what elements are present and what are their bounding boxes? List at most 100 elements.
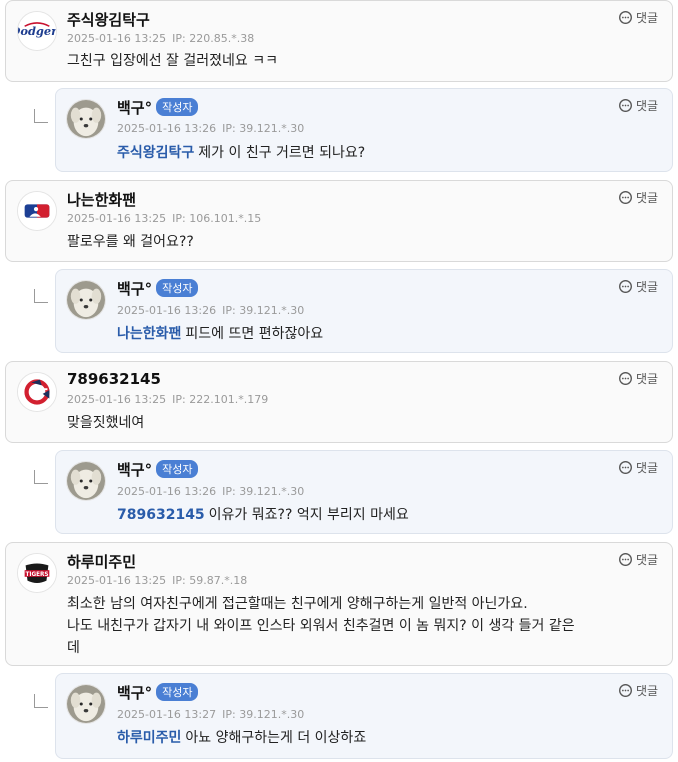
comment-text-line: 최소한 남의 여자친구에게 접근할때는 친구에게 양해구하는게 일반적 아닌가요… xyxy=(67,596,528,612)
reply-meta: 2025-01-16 13:26 IP: 39.121.*.30 xyxy=(117,304,304,317)
mlb-logo-icon[interactable] xyxy=(17,191,57,231)
reply-button[interactable]: 댓글 xyxy=(618,551,658,568)
reply-author-name: 백구° xyxy=(117,280,153,298)
reply-time: 2025-01-16 13:26 xyxy=(117,485,217,498)
reply-button[interactable]: 댓글 xyxy=(618,682,658,699)
speech-bubble-icon xyxy=(619,684,632,697)
reply-author[interactable]: 백구° 작성자 xyxy=(117,97,199,118)
comment-text: 팔로우를 왜 걸어요?? xyxy=(67,234,194,250)
comment-text: 그친구 입장에선 잘 걸러졌네요 ㅋㅋ xyxy=(67,53,278,69)
reply-button-label: 댓글 xyxy=(636,280,659,294)
comment-time: 2025-01-16 13:25 xyxy=(67,32,167,45)
reply-button-label: 댓글 xyxy=(636,553,659,567)
reply-text-row: 하루미주민 아뇨 양해구하는게 더 이상하죠 xyxy=(117,727,366,749)
comment-author[interactable]: 나는한화팬 xyxy=(67,189,136,210)
comment-text-line: 데 xyxy=(67,640,80,656)
reply-author[interactable]: 백구° 작성자 xyxy=(117,278,199,299)
reply-author[interactable]: 백구° 작성자 xyxy=(117,682,199,703)
comment-author[interactable]: 하루미주민 xyxy=(67,551,136,572)
comment-author[interactable]: 주식왕김탁구 xyxy=(67,9,150,30)
reply-text: 이유가 뭐죠?? 억지 부리지 마세요 xyxy=(208,507,409,523)
reply-meta: 2025-01-16 13:26 IP: 39.121.*.30 xyxy=(117,485,304,498)
comment-meta: 2025-01-16 13:25 IP: 220.85.*.38 xyxy=(67,32,254,45)
ip-label: IP: xyxy=(172,393,186,406)
ip-label: IP: xyxy=(222,304,236,317)
reply-card: 백구° 작성자 2025-01-16 13:26 IP: 39.121.*.30 나… xyxy=(55,269,673,353)
ip-label: IP: xyxy=(172,574,186,587)
mention-link[interactable]: 789632145 xyxy=(117,507,205,523)
svg-text:TIGERS: TIGERS xyxy=(25,572,48,578)
reply-ip: 39.121.*.30 xyxy=(239,485,305,498)
comment-ip: 220.85.*.38 xyxy=(189,32,255,45)
reply-ip: 39.121.*.30 xyxy=(239,708,305,721)
reply-button[interactable]: 댓글 xyxy=(618,97,658,114)
comment-card: 나는한화팬 2025-01-16 13:25 IP: 106.101.*.15 팔… xyxy=(5,180,673,262)
reply-text-row: 주식왕김탁구 제가 이 친구 거르면 되나요? xyxy=(117,142,365,164)
comment-text-line: 나도 내친구가 갑자기 내 와이프 인스타 외워서 친추걸면 이 놈 뭐지? 이… xyxy=(67,618,575,634)
speech-bubble-icon xyxy=(619,461,632,474)
reply-text: 아뇨 양해구하는게 더 이상하죠 xyxy=(185,730,367,746)
dodgers-logo-icon[interactable]: Dodgers xyxy=(17,11,57,51)
reply-button[interactable]: 댓글 xyxy=(618,278,658,295)
comment-author[interactable]: 789632145 xyxy=(67,370,161,388)
reply-card: 백구° 작성자 2025-01-16 13:27 IP: 39.121.*.30 하… xyxy=(55,673,673,759)
reply-button[interactable]: 댓글 xyxy=(618,9,658,26)
reply-branch-line xyxy=(34,694,48,708)
reply-ip: 39.121.*.30 xyxy=(239,304,305,317)
reply-time: 2025-01-16 13:26 xyxy=(117,304,217,317)
speech-bubble-icon xyxy=(619,372,632,385)
comment-meta: 2025-01-16 13:25 IP: 106.101.*.15 xyxy=(67,212,261,225)
reply-author[interactable]: 백구° 작성자 xyxy=(117,459,199,480)
svg-text:Dodgers: Dodgers xyxy=(18,24,56,38)
mention-link[interactable]: 주식왕김탁구 xyxy=(117,145,194,161)
white-dog-photo-icon[interactable] xyxy=(66,99,106,139)
speech-bubble-icon xyxy=(619,11,632,24)
ip-label: IP: xyxy=(222,485,236,498)
comment-text: 맞을짓했네여 xyxy=(67,415,145,431)
reply-author-name: 백구° xyxy=(117,684,153,702)
ip-label: IP: xyxy=(222,708,236,721)
white-dog-photo-icon[interactable] xyxy=(66,684,106,724)
comment-card: Dodgers 주식왕김탁구 2025-01-16 13:25 IP: 220.8… xyxy=(5,0,673,82)
speech-bubble-icon xyxy=(619,99,632,112)
reply-card: 백구° 작성자 2025-01-16 13:26 IP: 39.121.*.30 주… xyxy=(55,88,673,172)
reply-time: 2025-01-16 13:26 xyxy=(117,122,217,135)
reply-button-label: 댓글 xyxy=(636,191,659,205)
reply-button-label: 댓글 xyxy=(636,684,659,698)
reply-branch-line xyxy=(34,109,48,123)
reply-button[interactable]: 댓글 xyxy=(618,459,658,476)
comment-time: 2025-01-16 13:25 xyxy=(67,393,167,406)
reply-ip: 39.121.*.30 xyxy=(239,122,305,135)
comment-time: 2025-01-16 13:25 xyxy=(67,212,167,225)
reply-button-label: 댓글 xyxy=(636,461,659,475)
writer-badge: 작성자 xyxy=(156,460,199,478)
reply-button[interactable]: 댓글 xyxy=(618,189,658,206)
writer-badge: 작성자 xyxy=(156,683,199,701)
comment-meta: 2025-01-16 13:25 IP: 59.87.*.18 xyxy=(67,574,247,587)
reply-branch-line xyxy=(34,470,48,484)
reply-author-name: 백구° xyxy=(117,99,153,117)
reply-button-label: 댓글 xyxy=(636,372,659,386)
reply-text-row: 789632145 이유가 뭐죠?? 억지 부리지 마세요 xyxy=(117,504,409,526)
white-dog-photo-icon[interactable] xyxy=(66,461,106,501)
white-dog-photo-icon[interactable] xyxy=(66,280,106,320)
comment-time: 2025-01-16 13:25 xyxy=(67,574,167,587)
reply-time: 2025-01-16 13:27 xyxy=(117,708,217,721)
tigers-logo-icon[interactable]: TIGERS xyxy=(17,553,57,593)
reply-meta: 2025-01-16 13:26 IP: 39.121.*.30 xyxy=(117,122,304,135)
reply-card: 백구° 작성자 2025-01-16 13:26 IP: 39.121.*.30 7… xyxy=(55,450,673,534)
reply-author-name: 백구° xyxy=(117,461,153,479)
speech-bubble-icon xyxy=(619,280,632,293)
reply-text-row: 나는한화팬 피드에 뜨면 편하잖아요 xyxy=(117,323,323,345)
reply-meta: 2025-01-16 13:27 IP: 39.121.*.30 xyxy=(117,708,304,721)
comment-ip: 59.87.*.18 xyxy=(189,574,248,587)
comment-card: TIGERS 하루미주민 2025-01-16 13:25 IP: 59.87.*… xyxy=(5,542,673,666)
guardians-logo-icon[interactable] xyxy=(17,372,57,412)
speech-bubble-icon xyxy=(619,191,632,204)
reply-text: 제가 이 친구 거르면 되나요? xyxy=(198,145,366,161)
comment-ip: 106.101.*.15 xyxy=(189,212,262,225)
speech-bubble-icon xyxy=(619,553,632,566)
mention-link[interactable]: 하루미주민 xyxy=(117,730,181,746)
mention-link[interactable]: 나는한화팬 xyxy=(117,326,181,342)
reply-button[interactable]: 댓글 xyxy=(618,370,658,387)
